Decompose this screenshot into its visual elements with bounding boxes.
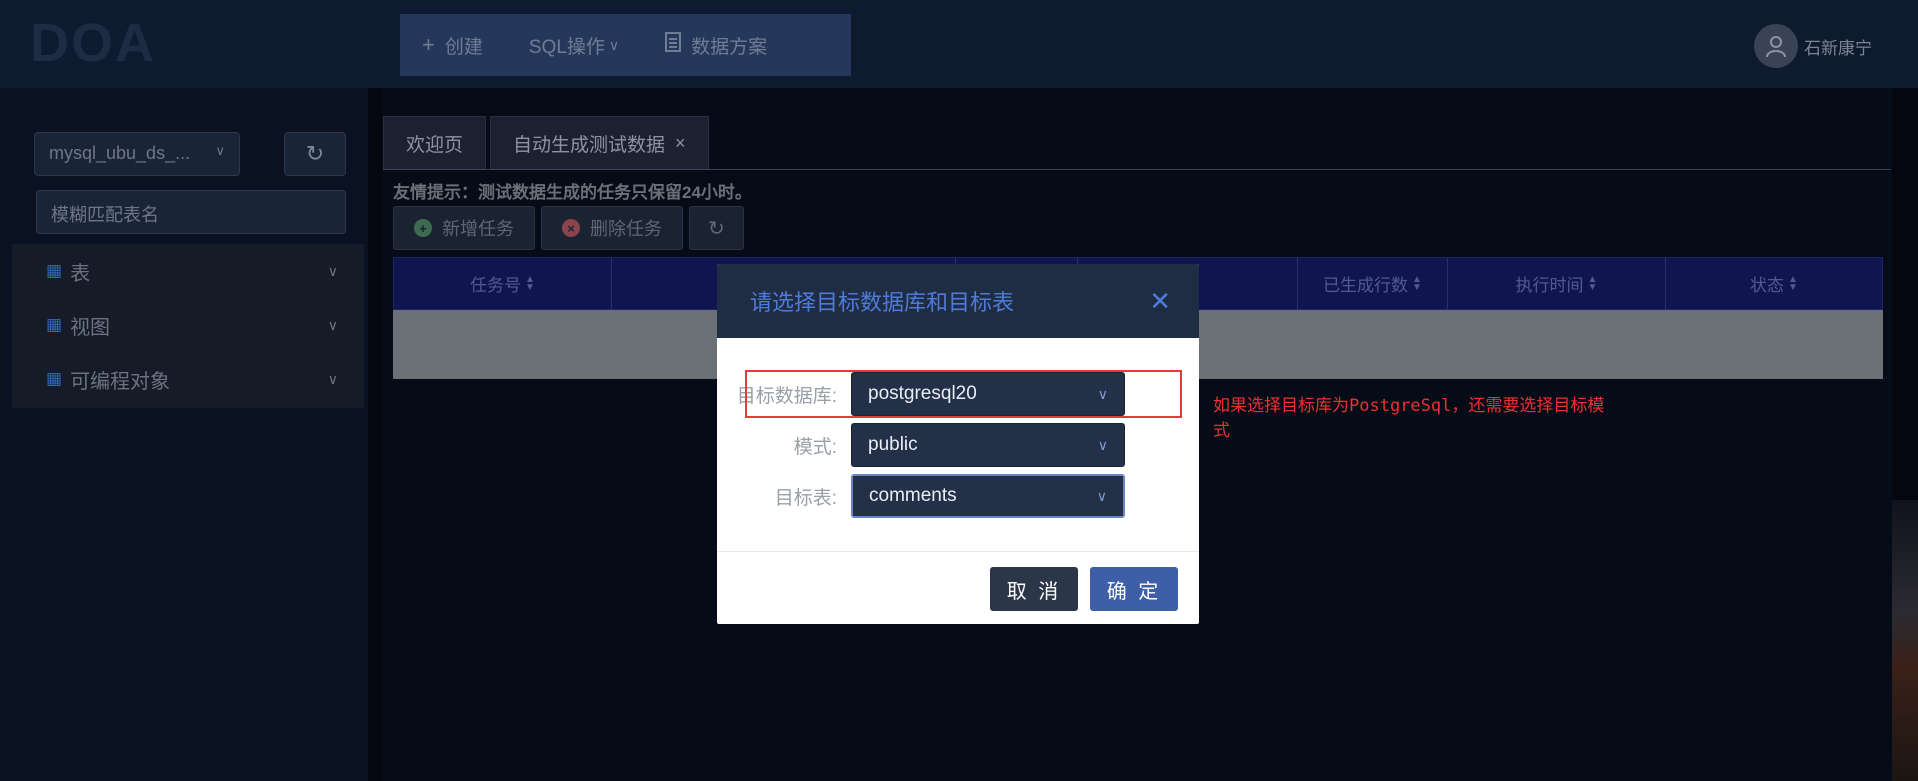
schema-label: 模式: bbox=[793, 436, 837, 458]
confirm-button[interactable]: 确 定 bbox=[1090, 567, 1178, 611]
tree-item-label: 可编程对象 bbox=[70, 370, 171, 393]
refresh-icon: ↻ bbox=[708, 217, 725, 240]
column-header[interactable]: 已生成行数 ▲ ▼ bbox=[1298, 258, 1448, 309]
user-icon bbox=[1754, 24, 1798, 68]
schema-value: public bbox=[868, 434, 918, 455]
sql-menu[interactable]: SQL操作 ∨ bbox=[529, 32, 619, 59]
dialog-header: 请选择目标数据库和目标表 ✕ bbox=[717, 264, 1199, 338]
data-scheme-menu[interactable]: 数据方案 bbox=[665, 32, 767, 59]
tree-item-programmable[interactable]: ▦ 可编程对象 ∨ bbox=[12, 352, 364, 406]
sql-menu-label: SQL操作 bbox=[528, 36, 605, 58]
tab-welcome[interactable]: 欢迎页 bbox=[383, 116, 487, 170]
add-task-button[interactable]: + 新增任务 bbox=[393, 206, 535, 250]
target-table-select[interactable]: comments ∨ bbox=[851, 474, 1125, 518]
tab-bar: 欢迎页 自动生成测试数据 × bbox=[383, 116, 713, 170]
chevron-down-icon: ∨ bbox=[608, 36, 620, 53]
tree-item-label: 表 bbox=[70, 262, 91, 285]
chevron-down-icon: ∨ bbox=[327, 316, 338, 333]
create-menu-label: 创建 bbox=[444, 36, 483, 58]
chevron-down-icon: ∨ bbox=[327, 370, 338, 387]
refresh-button[interactable]: ↻ bbox=[284, 132, 346, 176]
schema-row: 模式: public ∨ bbox=[717, 423, 1125, 467]
close-icon[interactable]: × bbox=[675, 133, 686, 154]
table-search-input[interactable]: 模糊匹配表名 bbox=[36, 190, 346, 234]
sort-icon: ▲ ▼ bbox=[1412, 273, 1422, 293]
target-select-dialog: 请选择目标数据库和目标表 ✕ 目标数据库: postgresql20 ∨ 模式:… bbox=[717, 264, 1199, 624]
sort-icon: ▲ ▼ bbox=[525, 273, 535, 293]
object-tree: ▦ 表 ∨ ▦ 视图 ∨ ▦ 可编程对象 ∨ bbox=[12, 244, 364, 408]
tab-label: 自动生成测试数据 bbox=[513, 134, 666, 156]
chevron-down-icon: ∨ bbox=[327, 262, 338, 279]
create-menu[interactable]: + 创建 bbox=[422, 32, 483, 59]
target-table-row: 目标表: comments ∨ bbox=[717, 474, 1125, 518]
calendar-icon: ▦ bbox=[46, 315, 63, 334]
close-icon[interactable]: ✕ bbox=[1149, 286, 1171, 317]
username: 石新康宁 bbox=[1804, 38, 1872, 58]
chevron-down-icon: ∨ bbox=[1096, 487, 1107, 504]
column-header[interactable]: 执行时间 ▲ ▼ bbox=[1448, 258, 1666, 309]
target-table-value: comments bbox=[869, 485, 957, 506]
schema-select[interactable]: public ∨ bbox=[851, 423, 1125, 467]
tip-text: 友情提示：测试数据生成的任务只保留24小时。 bbox=[393, 183, 752, 202]
column-header[interactable]: 状态 ▲ ▼ bbox=[1666, 258, 1882, 309]
target-table-label: 目标表: bbox=[774, 487, 837, 509]
task-toolbar: + 新增任务 × 删除任务 ↻ bbox=[393, 206, 750, 250]
tree-item-views[interactable]: ▦ 视图 ∨ bbox=[12, 298, 364, 352]
refresh-icon: ↻ bbox=[305, 141, 325, 166]
column-header[interactable]: 任务号 ▲ ▼ bbox=[394, 258, 612, 309]
delete-circle-icon: × bbox=[562, 219, 580, 237]
annotation-note: 如果选择目标库为PostgreSql，还需要选择目标模式 bbox=[1213, 396, 1605, 441]
sidebar: mysql_ubu_ds_... ∨ ↻ 模糊匹配表名 ▦ 表 ∨ ▦ 视图 ∨… bbox=[0, 88, 368, 781]
tab-divider bbox=[383, 169, 1891, 170]
document-icon bbox=[665, 32, 682, 58]
top-menu: + 创建 SQL操作 ∨ 数据方案 bbox=[400, 14, 851, 76]
cancel-button[interactable]: 取 消 bbox=[990, 567, 1078, 611]
tree-item-tables[interactable]: ▦ 表 ∨ bbox=[12, 244, 364, 298]
sort-icon: ▲ ▼ bbox=[1587, 273, 1598, 293]
plus-circle-icon: + bbox=[414, 219, 432, 237]
top-header: DOA + 创建 SQL操作 ∨ 数据方案 石新康宁 bbox=[0, 0, 1918, 88]
datasource-select[interactable]: mysql_ubu_ds_... ∨ bbox=[34, 132, 240, 176]
datasource-value: mysql_ubu_ds_... bbox=[49, 143, 191, 163]
add-task-label: 新增任务 bbox=[442, 219, 514, 239]
delete-task-label: 删除任务 bbox=[590, 219, 662, 239]
tree-item-label: 视图 bbox=[70, 316, 111, 339]
highlight-box bbox=[745, 370, 1182, 418]
refresh-tasks-button[interactable]: ↻ bbox=[689, 206, 744, 250]
chevron-down-icon: ∨ bbox=[215, 143, 225, 158]
chevron-down-icon: ∨ bbox=[1097, 436, 1108, 453]
calendar-icon: ▦ bbox=[46, 261, 63, 280]
tab-label: 欢迎页 bbox=[406, 134, 464, 156]
sort-icon: ▲ ▼ bbox=[1788, 273, 1798, 293]
dialog-title: 请选择目标数据库和目标表 bbox=[750, 290, 1015, 315]
delete-task-button[interactable]: × 删除任务 bbox=[541, 206, 683, 250]
background-decoration bbox=[1892, 500, 1918, 781]
plus-icon: + bbox=[422, 32, 435, 57]
dialog-footer-divider bbox=[717, 551, 1199, 552]
calendar-icon: ▦ bbox=[46, 369, 63, 388]
data-scheme-label: 数据方案 bbox=[691, 36, 768, 58]
tab-auto-generate[interactable]: 自动生成测试数据 × bbox=[490, 116, 709, 170]
app-logo: DOA bbox=[30, 13, 156, 73]
user-menu[interactable]: 石新康宁 bbox=[1754, 24, 1872, 68]
